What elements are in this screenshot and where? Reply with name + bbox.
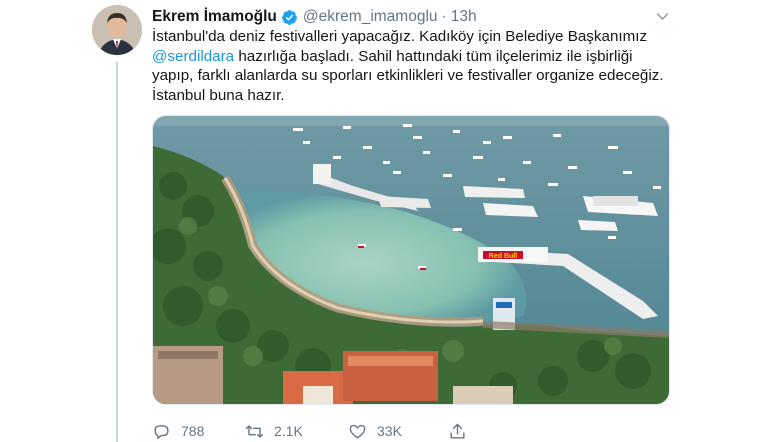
thread-line [116, 62, 118, 442]
separator-dot: · [441, 8, 447, 25]
avatar[interactable] [92, 5, 142, 55]
aerial-bay-photo: Red Bull [153, 116, 669, 404]
tweet-actions: 788 2.1K 33K [152, 420, 482, 442]
tweet-photo[interactable]: Red Bull [152, 115, 670, 405]
share-icon [450, 423, 465, 439]
chevron-down-icon [656, 12, 668, 20]
more-options-button[interactable] [650, 6, 674, 26]
avatar-image [92, 5, 142, 55]
mention-link[interactable]: @serdildara [152, 48, 234, 65]
heart-icon [349, 424, 366, 439]
retweet-icon [245, 424, 264, 438]
author-handle[interactable]: @ekrem_imamoglu [303, 8, 438, 26]
reply-icon [154, 424, 169, 439]
tweet-timestamp[interactable]: 13h [451, 8, 477, 26]
author-name[interactable]: Ekrem İmamoğlu [152, 8, 277, 26]
tweet-text: İstanbul'da deniz festivalleri yapacağız… [152, 27, 672, 105]
share-button[interactable] [448, 420, 477, 442]
verified-badge-icon [281, 9, 298, 26]
retweet-count: 2.1K [274, 423, 303, 439]
tweet-text-part: İstanbul'da deniz festivalleri yapacağız… [152, 28, 648, 45]
banner-text: Red Bull [489, 253, 517, 260]
tweet-header: Ekrem İmamoğlu @ekrem_imamoglu · 13h [152, 7, 683, 27]
reply-count: 788 [181, 423, 205, 439]
like-button[interactable]: 33K [348, 420, 402, 442]
like-count: 33K [377, 423, 402, 439]
retweet-button[interactable]: 2.1K [245, 420, 303, 442]
reply-button[interactable]: 788 [152, 420, 204, 442]
